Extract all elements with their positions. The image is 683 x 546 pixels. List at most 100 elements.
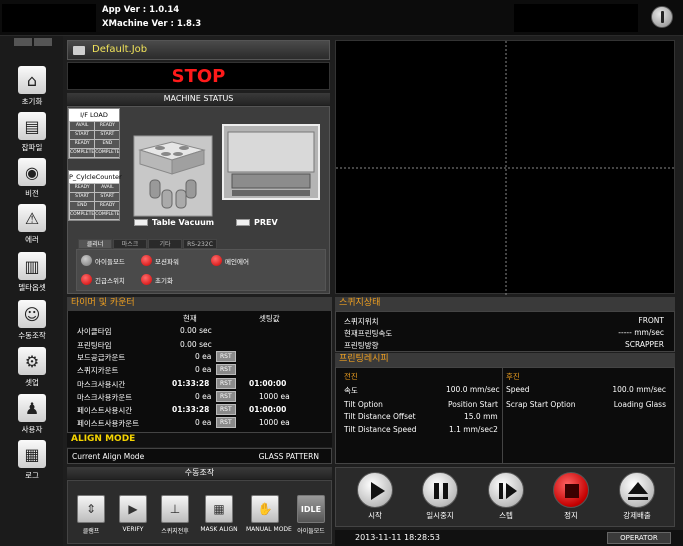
status-led	[81, 274, 92, 285]
folder-icon	[73, 46, 85, 55]
job-bar[interactable]: Default.Job	[67, 40, 330, 60]
sidebar-item-vision[interactable]: ◉ 비전	[4, 156, 60, 202]
io-cell: START	[95, 193, 120, 201]
force-eject-button[interactable]: 강제배출	[610, 470, 664, 521]
cycle-counter-title: P_CylcleCounter	[69, 171, 122, 183]
forward-label: Tilt Distance Offset	[344, 412, 416, 421]
logo-area	[2, 4, 96, 32]
idle-mode-button[interactable]: IDLE 아이들모드	[292, 495, 330, 535]
prev-label: PREV	[254, 218, 278, 227]
switch-idle-mode: 아이들모드	[81, 255, 125, 266]
table-vacuum-indicator: Table Vacuum	[134, 218, 214, 227]
play-icon	[357, 472, 393, 508]
table-vacuum-label: Table Vacuum	[152, 218, 215, 227]
verify-button[interactable]: ▶ VERIFY	[114, 495, 152, 533]
manual-op-panel: ⇕ 클램프 ▶ VERIFY ⊥ 스퀴지전후 ▦ MASK ALIGN ✋ MA…	[67, 480, 332, 544]
squeegee-label: 현재프린팅속도	[344, 329, 393, 338]
squeegee-move-button[interactable]: ⊥ 스퀴지전후	[156, 495, 194, 535]
camera-view[interactable]	[335, 40, 676, 295]
align-mode-value: GLASS PATTERN	[258, 452, 319, 461]
switch-label: 초기화	[155, 276, 173, 285]
switch-main-air: 메인에어	[211, 255, 249, 266]
control-button-label: 시작	[368, 511, 382, 520]
machine-tabs: 클리너 마스크 기타 RS-232C	[78, 239, 218, 249]
printing-recipe-header: 프린팅레시피	[335, 353, 675, 367]
timer-row-label: 페이스트사용카운트	[77, 419, 140, 428]
status-led	[141, 274, 152, 285]
start-button[interactable]: 시작	[348, 470, 402, 521]
idle-icon: IDLE	[297, 495, 325, 523]
sidebar-item-jobfile[interactable]: ▤ 잡파일	[4, 110, 60, 156]
manual-button-label: 스퀴지전후	[161, 528, 189, 535]
timer-row-label: 사이클타임	[77, 327, 112, 336]
step-button[interactable]: 스텝	[479, 470, 533, 521]
forward-value: 15.0 mm	[464, 412, 498, 421]
tab-rs232c[interactable]: RS-232C	[183, 239, 217, 249]
forward-label: Tilt Distance Speed	[344, 425, 417, 434]
rst-button[interactable]: RST	[216, 351, 236, 362]
tab-cleaner[interactable]: 클리너	[78, 239, 112, 249]
power-icon	[661, 11, 664, 23]
timer-row-label: 프린팅타임	[77, 341, 112, 350]
sidebar-item-label: 초기화	[21, 97, 43, 106]
sidebar-item-setup[interactable]: ⚙ 셋업	[4, 345, 60, 391]
align-mode-header: ALIGN MODE	[67, 433, 332, 447]
rst-button[interactable]: RST	[216, 378, 236, 389]
clamp-button[interactable]: ⇕ 클램프	[72, 495, 110, 535]
manual-mode-button[interactable]: ✋ MANUAL MODE	[246, 495, 292, 533]
prev-indicator: PREV	[236, 218, 278, 227]
switch-label: 긴급스위치	[95, 276, 125, 285]
home-icon: ⌂	[18, 66, 46, 94]
sidebar-item-label: 델타옵셋	[18, 283, 46, 292]
sidebar-item-label: 잡파일	[21, 143, 43, 152]
power-button[interactable]	[651, 6, 673, 28]
io-cell: END	[70, 202, 95, 210]
warning-icon: ⚠	[18, 204, 46, 232]
if-load-title: I/F LOAD	[69, 109, 119, 121]
rst-button[interactable]: RST	[216, 417, 236, 428]
tab-mask[interactable]: 마스크	[113, 239, 147, 249]
status-led	[81, 255, 92, 266]
squeegee-label: 프린팅방향	[344, 341, 379, 350]
gear-icon: ⚙	[18, 347, 46, 375]
stop-button[interactable]: 정지	[544, 470, 598, 521]
timer-row-current: 01:33:28	[172, 379, 210, 388]
timer-row-setting: 01:00:00	[249, 405, 287, 414]
tab-other[interactable]: 기타	[148, 239, 182, 249]
video-camera-icon: ▶	[119, 495, 147, 523]
manual-button-label: VERIFY	[122, 526, 144, 533]
sidebar-item-user[interactable]: ♟ 사용자	[4, 392, 60, 438]
sidebar-item-log[interactable]: ▦ 로그	[4, 438, 60, 484]
align-mode-label: Current Align Mode	[72, 452, 145, 461]
align-mode-row: Current Align Mode GLASS PATTERN	[67, 448, 332, 464]
io-cell: START	[70, 131, 95, 139]
mask-align-button[interactable]: ▦ MASK ALIGN	[200, 495, 238, 533]
squeegee-value: SCRAPPER	[624, 340, 664, 349]
switch-panel: 아이들모드 모션파워 메인에어 긴급스위치 초기화	[76, 249, 326, 291]
sidebar-mini-right[interactable]	[34, 38, 52, 46]
switch-label: 모션파워	[155, 257, 179, 266]
io-cell: END	[95, 140, 120, 148]
backward-title: 후진	[506, 372, 520, 381]
printing-recipe-panel: 전진 속도 100.0 mm/sec Tilt Option Position …	[335, 367, 675, 464]
stop-icon	[553, 472, 589, 508]
timer-row-label: 마스크사용시간	[77, 380, 126, 389]
cycle-counter-box: P_CylcleCounter READY AVAIL START START …	[68, 170, 122, 221]
sidebar-item-manual[interactable]: ☺ 수동조작	[4, 298, 60, 344]
manual-op-header: 수동조작	[67, 467, 332, 479]
col-setting-header: 셋팅값	[259, 314, 280, 323]
squeegee-status-header: 스퀴지상태	[335, 297, 675, 311]
sidebar-item-delta-offset[interactable]: ▥ 델타옵셋	[4, 250, 60, 296]
sidebar-item-init[interactable]: ⌂ 초기화	[4, 64, 60, 110]
col-current-header: 현재	[183, 314, 197, 323]
io-cell: READY	[70, 184, 95, 192]
rst-button[interactable]: RST	[216, 364, 236, 375]
user-level-button[interactable]: OPERATOR	[607, 532, 671, 544]
pause-button[interactable]: 일시중지	[413, 470, 467, 521]
sidebar-mini-left[interactable]	[14, 38, 32, 46]
rst-button[interactable]: RST	[216, 404, 236, 415]
user-hand-icon: ☺	[18, 300, 46, 328]
timer-row-setting: 1000 ea	[259, 418, 290, 427]
rst-button[interactable]: RST	[216, 391, 236, 402]
sidebar-item-error[interactable]: ⚠ 에러	[4, 202, 60, 248]
